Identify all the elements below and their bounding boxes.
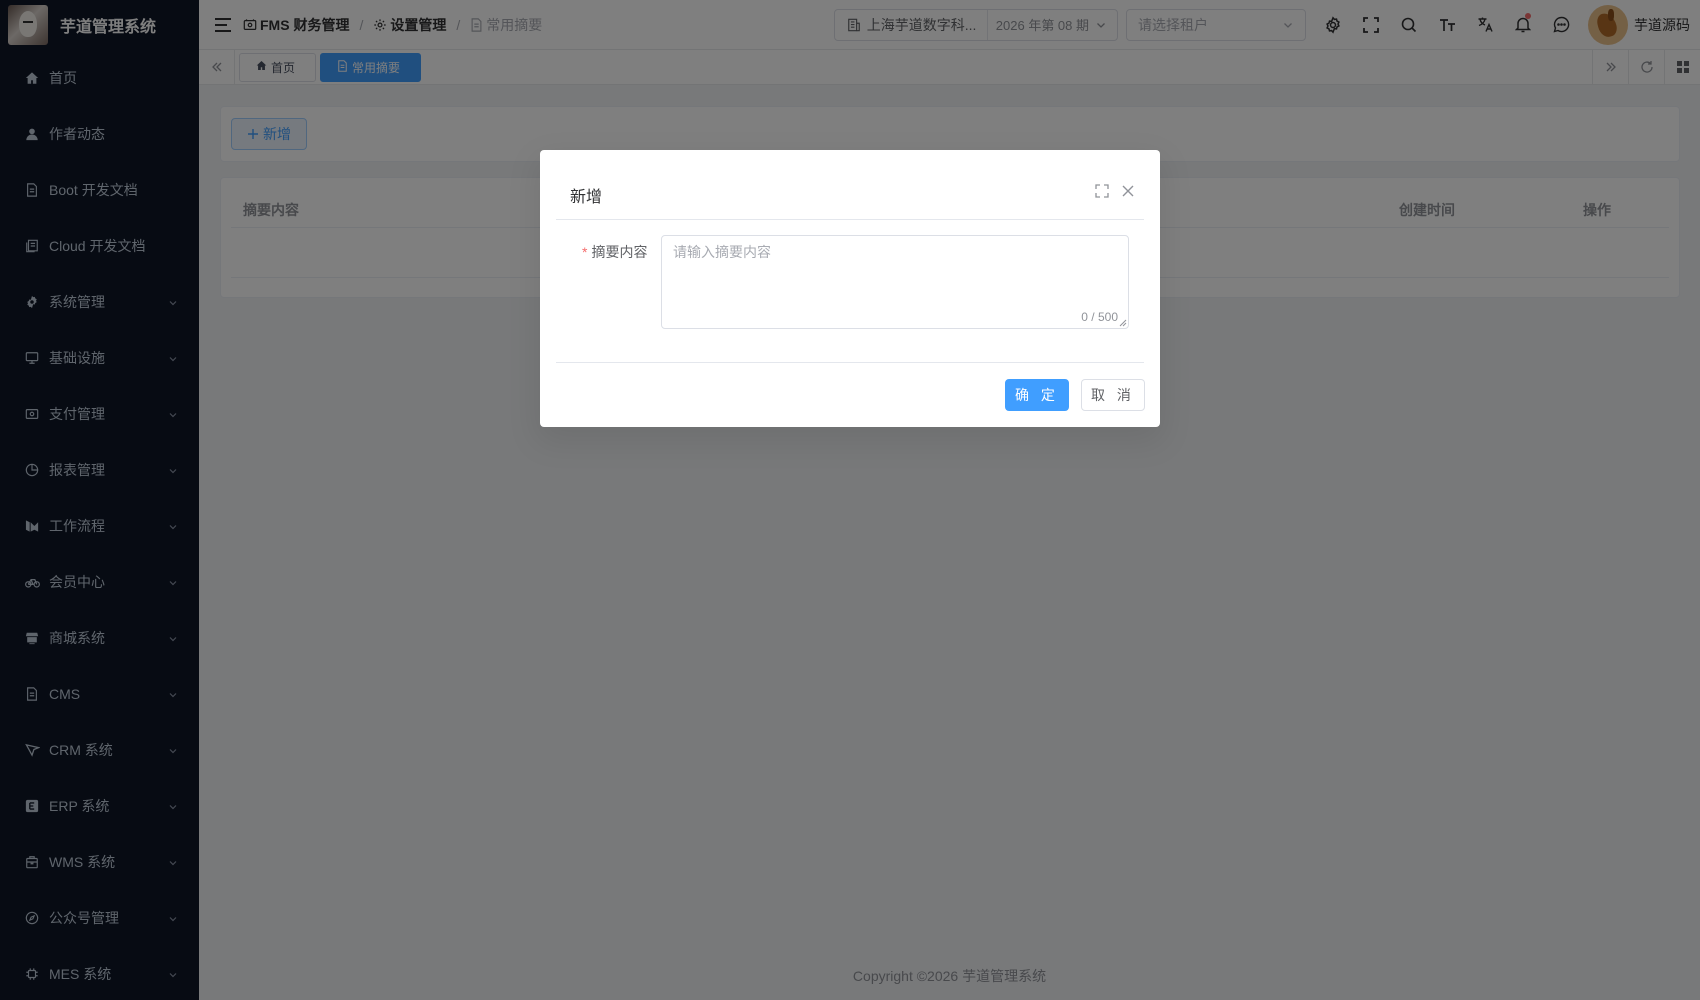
dialog-header: 新增 [556, 150, 1144, 220]
summary-content-label: * 摘要内容 [582, 242, 647, 262]
dialog-title: 新增 [570, 189, 603, 206]
char-counter: 0 / 500 [1081, 310, 1118, 324]
resize-handle-icon[interactable] [1119, 319, 1127, 327]
summary-content-textarea[interactable] [662, 236, 1128, 328]
add-dialog: 新增 *摘要内容 0 / 500 确 定 取 消 [540, 150, 1160, 427]
required-asterisk: * [582, 244, 588, 260]
cancel-button[interactable]: 取 消 [1081, 379, 1145, 411]
close-icon[interactable] [1120, 183, 1136, 199]
dialog-footer-divider [556, 362, 1144, 363]
fullscreen-icon[interactable] [1094, 183, 1110, 199]
summary-content-label-text: 摘要内容 [591, 244, 648, 260]
confirm-button[interactable]: 确 定 [1005, 379, 1069, 411]
summary-content-textarea-wrap: 0 / 500 [661, 235, 1129, 329]
